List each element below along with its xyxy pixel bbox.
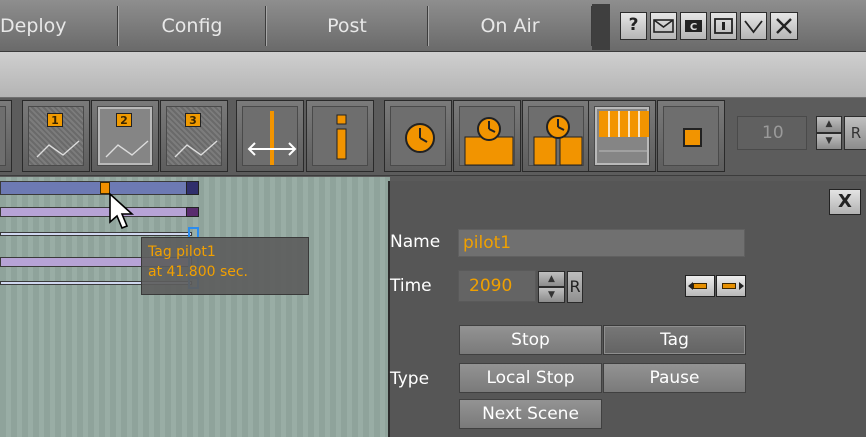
grid-button[interactable]	[588, 100, 656, 172]
keyframe-1-button[interactable]: 1	[22, 100, 90, 172]
tab-on-air[interactable]: On Air	[428, 6, 592, 46]
stretch-icon	[247, 111, 297, 165]
split-point-icon	[533, 115, 583, 166]
menu-bar: Deploy Config Post On Air ? C	[0, 0, 866, 52]
status-strip	[0, 52, 866, 98]
move-right-bar	[722, 283, 736, 289]
type-tag-button[interactable]: Tag	[603, 325, 746, 355]
keyframe-3-button[interactable]: 3	[160, 100, 228, 172]
curve-icon	[174, 140, 218, 158]
grid-icon	[599, 111, 649, 152]
curve-icon	[105, 140, 149, 158]
info-icon[interactable]	[710, 12, 737, 40]
time-label: Time	[390, 276, 432, 296]
tooltip-time: at 41.800 sec.	[148, 264, 249, 280]
keyframe-2-button[interactable]: 2	[91, 100, 159, 172]
console-icon[interactable]: C	[680, 12, 707, 40]
reset-button[interactable]: R	[844, 116, 866, 150]
move-left-button[interactable]	[685, 275, 715, 297]
toolbar-partial-button[interactable]	[0, 100, 12, 172]
info-button[interactable]	[306, 100, 374, 172]
keyframe-2-label: 2	[116, 113, 132, 127]
tab-deploy[interactable]: Deploy	[0, 6, 118, 46]
type-stop-button[interactable]: Stop	[459, 325, 602, 355]
curve-icon	[36, 140, 80, 158]
tab-post[interactable]: Post	[266, 6, 428, 46]
timeline-area[interactable]	[0, 177, 390, 437]
timeline-track[interactable]	[0, 181, 192, 195]
panel-close-button[interactable]: X	[829, 189, 861, 215]
right-arrow-icon	[739, 282, 744, 290]
type-label: Type	[390, 369, 430, 389]
spin-up-button[interactable]: ▲	[816, 116, 842, 133]
type-pause-button[interactable]: Pause	[603, 363, 746, 393]
stop-point-button[interactable]	[453, 100, 521, 172]
close-icon[interactable]	[770, 12, 798, 40]
tooltip-title: Tag pilot1	[148, 244, 216, 260]
move-left-bar	[693, 283, 707, 289]
time-down-button[interactable]: ▼	[538, 287, 565, 303]
stretch-button[interactable]	[236, 100, 304, 172]
minimize-icon[interactable]	[740, 12, 767, 40]
help-icon[interactable]: ?	[620, 12, 647, 40]
tab-config[interactable]: Config	[118, 6, 266, 46]
name-input[interactable]: pilot1	[458, 229, 745, 257]
time-up-button[interactable]: ▲	[538, 271, 565, 287]
tag-tooltip: Tag pilot1 at 41.800 sec.	[141, 237, 309, 295]
time-reset-button[interactable]: R	[567, 271, 583, 303]
director-window: Deploy Config Post On Air ? C 1 2 3 10 ▲…	[0, 0, 866, 437]
menu-separator	[592, 4, 610, 50]
info-i-icon	[336, 114, 347, 160]
mail-icon[interactable]	[650, 12, 677, 40]
timeline-track[interactable]	[0, 207, 192, 217]
clock-icon	[405, 123, 435, 153]
track-end[interactable]	[186, 207, 199, 217]
type-local-stop-button[interactable]: Local Stop	[459, 363, 602, 393]
time-input[interactable]: 2090	[458, 270, 536, 302]
timeline-track[interactable]	[0, 232, 192, 236]
left-arrow-icon	[688, 282, 693, 290]
clock-button[interactable]	[384, 100, 452, 172]
name-label: Name	[390, 232, 441, 252]
move-right-button[interactable]	[716, 275, 746, 297]
stop-point-icon	[464, 117, 514, 166]
keyframe-1-label: 1	[47, 113, 63, 127]
type-next-scene-button[interactable]: Next Scene	[459, 399, 602, 429]
mouse-pointer-icon	[109, 192, 135, 230]
point-button[interactable]	[657, 100, 725, 172]
track-end[interactable]	[186, 181, 199, 195]
value-field[interactable]: 10	[737, 116, 807, 150]
svg-text:C: C	[690, 22, 697, 33]
split-point-button[interactable]	[522, 100, 590, 172]
spin-down-button[interactable]: ▼	[816, 133, 842, 150]
keyframe-3-label: 3	[185, 113, 201, 127]
square-icon	[683, 128, 702, 147]
